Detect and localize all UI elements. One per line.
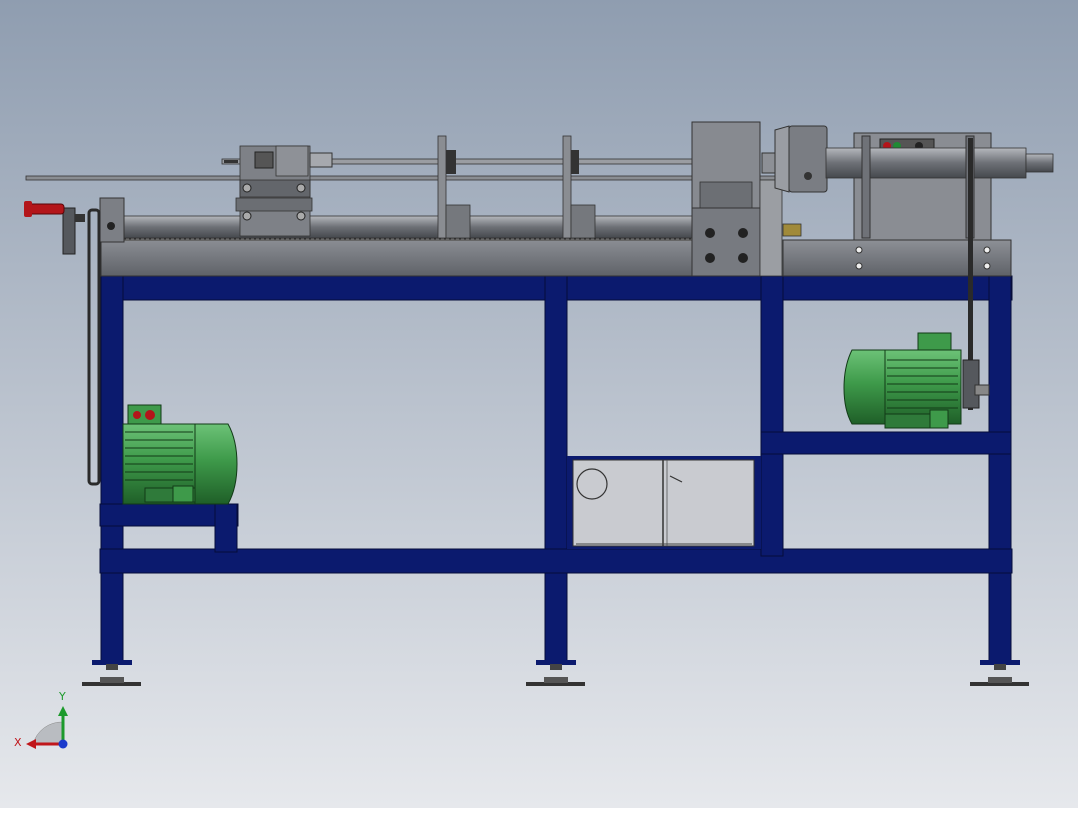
cad-viewport[interactable]: X Y [0,0,1078,808]
lead-screw [117,215,695,239]
brass-bushing [782,223,802,237]
x-axis-label: X [14,736,22,749]
guide-rod-long [25,175,797,181]
electrical-enclosure[interactable] [567,456,761,549]
frame-left-shelf-leg [214,503,238,553]
y-axis-label: Y [58,690,66,703]
frame-leg-middle [544,275,568,663]
frame-right-shelf [760,431,1012,455]
frame-leg-left [100,275,124,663]
frame-leg-right [988,275,1012,663]
frame-post-center [760,275,784,557]
carriage-spindle [309,152,333,168]
z-axis-dot [58,739,68,749]
machine-drawing: X Y [0,0,1078,808]
main-spindle-shaft [825,147,1027,179]
machine-bed[interactable] [100,236,1012,277]
frame-lower-beam [99,548,1013,574]
